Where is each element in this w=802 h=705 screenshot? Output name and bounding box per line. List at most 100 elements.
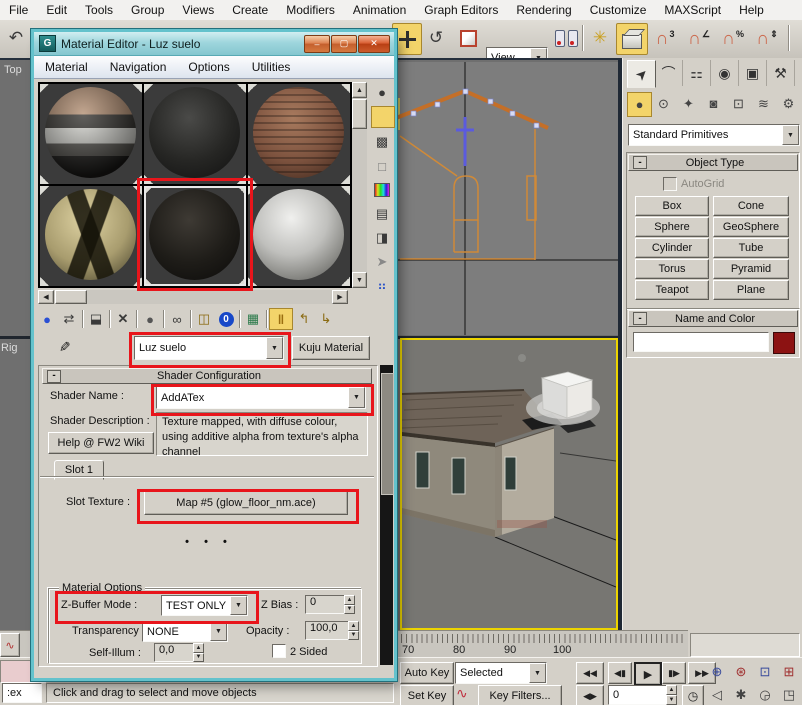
reset-map-icon[interactable]: ✕ — [112, 309, 134, 329]
maximize-button[interactable]: ▢ — [331, 35, 357, 53]
spinner-down-icon[interactable]: ▼ — [348, 631, 359, 641]
sample-slot-6[interactable] — [248, 186, 350, 286]
object-name-input[interactable] — [633, 332, 769, 352]
menu-rendering[interactable]: Rendering — [507, 3, 580, 17]
mini-curve-editor-button[interactable]: ∿ — [0, 633, 20, 657]
use-center-button[interactable] — [552, 23, 580, 53]
menu-maxscript[interactable]: MAXScript — [655, 3, 730, 17]
create-torus-button[interactable]: Torus — [635, 259, 709, 279]
create-geosphere-button[interactable]: GeoSphere — [713, 217, 789, 237]
shader-config-rollout-header[interactable]: - Shader Configuration — [42, 368, 372, 384]
slot-texture-map-button[interactable]: Map #5 (glow_floor_nm.ace) — [144, 491, 348, 515]
auto-key-button[interactable]: Auto Key — [400, 662, 454, 684]
transparency-dropdown[interactable]: NONE ▼ — [142, 621, 228, 642]
show-end-result-icon[interactable]: ‖ — [269, 308, 293, 330]
object-color-swatch[interactable] — [773, 332, 795, 354]
opacity-field[interactable]: 100,0 — [305, 621, 351, 640]
scroll-down-icon[interactable]: ▼ — [352, 272, 367, 288]
video-color-check-icon[interactable] — [371, 180, 393, 200]
zoom-extents-all-button[interactable]: ⊞ — [778, 662, 800, 682]
menu-animation[interactable]: Animation — [344, 3, 415, 17]
name-color-rollout-header[interactable]: - Name and Color — [628, 310, 798, 327]
menu-views[interactable]: Views — [173, 3, 223, 17]
menu-create[interactable]: Create — [223, 3, 277, 17]
tab-modify[interactable]: ⌒ — [655, 60, 683, 86]
angle-snap-button[interactable]: ∩∠ — [684, 23, 714, 53]
sample-vertical-scrollbar[interactable]: ▲ ▼ — [352, 82, 367, 288]
category-helpers[interactable]: ⊡ — [727, 92, 750, 115]
viewport-right-label[interactable]: Rig — [1, 342, 18, 354]
scrollbar-thumb[interactable] — [55, 290, 87, 304]
sample-slot-2[interactable] — [144, 84, 246, 184]
perspective-viewport[interactable] — [400, 338, 618, 630]
time-configuration-button[interactable]: ◷ — [682, 685, 704, 705]
menu-file[interactable]: File — [0, 3, 37, 17]
material-map-navigator-icon[interactable]: ⠶ — [371, 276, 393, 296]
z-bias-spinner[interactable]: ▲ ▼ — [344, 595, 355, 614]
category-cameras[interactable]: ◙ — [702, 92, 725, 115]
two-sided-checkbox[interactable] — [272, 644, 286, 658]
create-teapot-button[interactable]: Teapot — [635, 280, 709, 300]
menu-help[interactable]: Help — [730, 3, 773, 17]
chevron-down-icon[interactable]: ▼ — [266, 337, 283, 359]
make-preview-icon[interactable]: ▤ — [371, 204, 393, 224]
self-illum-spinner[interactable]: ▲ ▼ — [193, 643, 204, 662]
z-buffer-mode-dropdown[interactable]: TEST ONLY ▼ — [161, 595, 248, 616]
select-and-rotate-button[interactable]: ↺ — [422, 23, 450, 53]
spinner-snap-button[interactable]: ∩⇕ — [752, 23, 782, 53]
spinner-down-icon[interactable]: ▼ — [193, 653, 204, 663]
go-forward-to-sibling-icon[interactable]: ↳ — [315, 309, 337, 329]
tab-create[interactable]: ➤ — [627, 60, 656, 88]
sample-horizontal-scrollbar[interactable]: ◀ ▶ — [38, 290, 348, 304]
menu-material[interactable]: Material — [34, 60, 99, 74]
set-key-button[interactable]: Set Key — [400, 685, 454, 705]
sample-slot-4[interactable] — [40, 186, 142, 286]
menu-group[interactable]: Group — [122, 3, 173, 17]
close-button[interactable]: ✕ — [358, 35, 390, 53]
spinner-down-icon[interactable]: ▼ — [666, 695, 677, 705]
tab-hierarchy[interactable]: ⚏ — [683, 60, 711, 86]
frame-spinner[interactable]: ▲ ▼ — [666, 685, 677, 705]
chevron-down-icon[interactable]: ▼ — [782, 125, 799, 145]
z-bias-field[interactable]: 0 — [305, 595, 347, 614]
maxscript-mini-listener[interactable]: :ex — [2, 683, 42, 703]
menu-tools[interactable]: Tools — [76, 3, 122, 17]
collapse-icon[interactable]: - — [47, 370, 61, 383]
chevron-down-icon[interactable]: ▼ — [529, 663, 546, 683]
arc-rotate-button[interactable]: ◶ — [754, 685, 776, 705]
zoom-button[interactable]: ⊕ — [706, 662, 728, 682]
previous-frame-button[interactable]: ◀▮ — [608, 662, 632, 684]
category-systems[interactable]: ⚙ — [777, 92, 800, 115]
spinner-up-icon[interactable]: ▲ — [666, 685, 677, 695]
get-material-icon[interactable]: ● — [36, 309, 58, 329]
collapse-icon[interactable]: - — [633, 156, 647, 169]
menu-utilities[interactable]: Utilities — [241, 60, 302, 74]
scroll-right-icon[interactable]: ▶ — [332, 290, 348, 304]
next-frame-button[interactable]: ▮▶ — [662, 662, 686, 684]
spinner-down-icon[interactable]: ▼ — [344, 605, 355, 615]
key-filters-button[interactable]: Key Filters... — [478, 685, 562, 705]
pan-button[interactable]: ✱ — [730, 685, 752, 705]
primitive-category-dropdown[interactable]: Standard Primitives ▼ — [628, 124, 800, 146]
viewport-top-label[interactable]: Top — [4, 64, 22, 76]
menu-graph-editors[interactable]: Graph Editors — [415, 3, 507, 17]
help-wiki-button[interactable]: Help @ FW2 Wiki — [48, 432, 154, 454]
go-to-start-button[interactable]: ◀◀ — [576, 662, 604, 684]
create-pyramid-button[interactable]: Pyramid — [713, 259, 789, 279]
key-mode-toggle-button[interactable]: ◀▶ — [576, 685, 604, 705]
show-map-in-viewport-icon[interactable]: ▦ — [242, 309, 264, 329]
autogrid-checkbox[interactable] — [663, 177, 677, 191]
scrollbar-thumb[interactable] — [352, 99, 367, 129]
select-and-move-button[interactable] — [392, 23, 422, 55]
assign-material-to-selection-icon[interactable]: ⬓ — [85, 309, 107, 329]
menu-options[interactable]: Options — [177, 60, 240, 74]
select-by-material-icon[interactable]: ➤ — [371, 252, 393, 272]
scroll-left-icon[interactable]: ◀ — [38, 290, 54, 304]
snaps-toggle-button[interactable] — [616, 23, 648, 55]
create-cylinder-button[interactable]: Cylinder — [635, 238, 709, 258]
background-icon[interactable]: ▩ — [371, 132, 393, 152]
put-to-library-icon[interactable]: ◫ — [193, 309, 215, 329]
spinner-up-icon[interactable]: ▲ — [193, 643, 204, 653]
material-name-dropdown[interactable]: Luz suelo ▼ — [134, 336, 284, 360]
current-frame-field[interactable]: 0 — [608, 685, 670, 705]
